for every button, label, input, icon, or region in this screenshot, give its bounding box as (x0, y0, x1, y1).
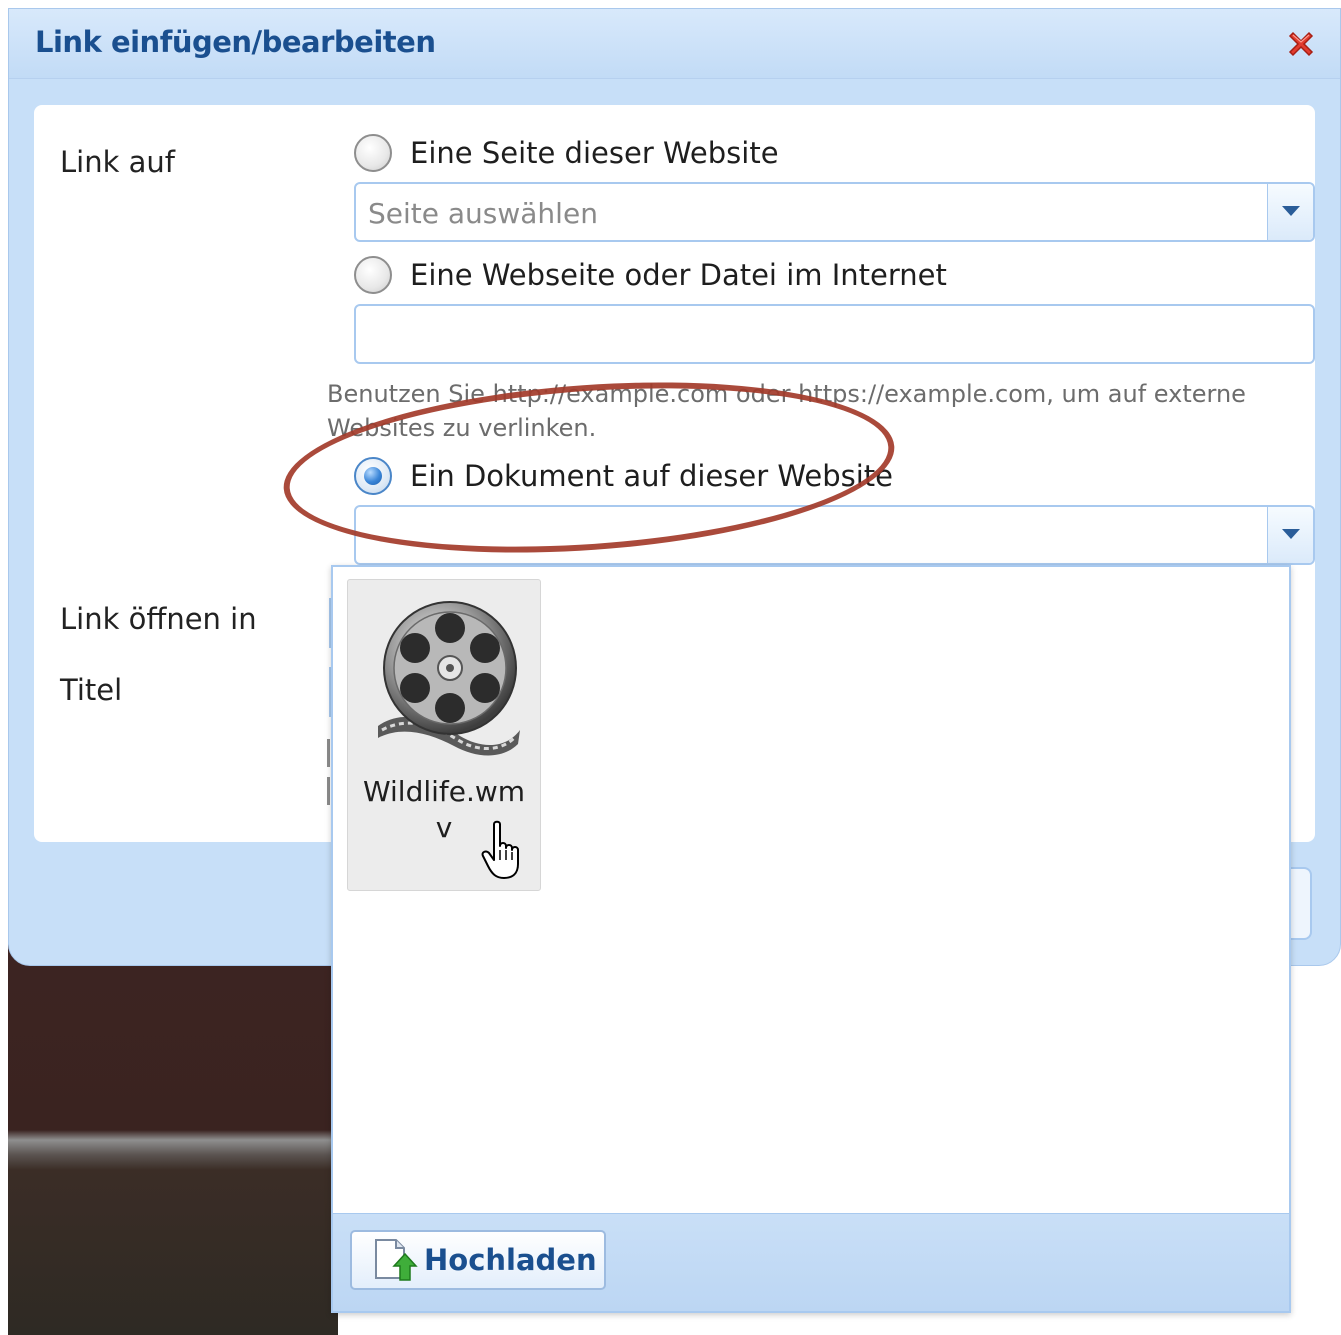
option-page-radio[interactable] (354, 134, 392, 172)
option-url-row[interactable]: Eine Webseite oder Datei im Internet (354, 253, 947, 297)
text-fragment (327, 777, 330, 805)
dialog-button-edge[interactable] (1290, 867, 1312, 940)
title-label: Titel (60, 673, 123, 707)
upload-button[interactable]: Hochladen (350, 1230, 606, 1290)
background-page (8, 940, 338, 1335)
option-page-label: Eine Seite dieser Website (410, 136, 779, 170)
text-fragment (327, 739, 330, 767)
file-item[interactable]: Wildlife.wmv (347, 579, 541, 891)
close-icon[interactable] (1284, 27, 1318, 61)
page-select[interactable]: Seite auswählen (354, 182, 1315, 242)
dialog-title: Link einfügen/bearbeiten (35, 25, 436, 59)
film-reel-icon (378, 601, 520, 756)
url-input[interactable] (354, 304, 1315, 364)
option-url-label: Eine Webseite oder Datei im Internet (410, 258, 947, 292)
document-picker: Wildlife.wmv Hochladen (331, 565, 1291, 1313)
option-document-radio[interactable] (354, 457, 392, 495)
document-select[interactable] (354, 505, 1315, 565)
link-to-label: Link auf (60, 145, 175, 179)
background-right (1290, 960, 1341, 1335)
document-picker-footer: Hochladen (333, 1213, 1289, 1311)
option-url-radio[interactable] (354, 256, 392, 294)
page-select-placeholder: Seite auswählen (368, 197, 598, 230)
page-select-dropdown-button[interactable] (1267, 184, 1313, 240)
url-hint: Benutzen Sie http://example.com oder htt… (327, 380, 1246, 442)
dialog-titlebar: Link einfügen/bearbeiten (9, 9, 1340, 79)
upload-button-label: Hochladen (424, 1243, 597, 1277)
open-in-label: Link öffnen in (60, 602, 257, 636)
upload-icon (375, 1239, 418, 1281)
option-document-row[interactable]: Ein Dokument auf dieser Website (354, 454, 893, 498)
option-page-row[interactable]: Eine Seite dieser Website (354, 131, 779, 175)
document-select-dropdown-button[interactable] (1267, 507, 1313, 563)
hand-cursor-icon (481, 820, 519, 879)
option-document-label: Ein Dokument auf dieser Website (410, 459, 893, 493)
